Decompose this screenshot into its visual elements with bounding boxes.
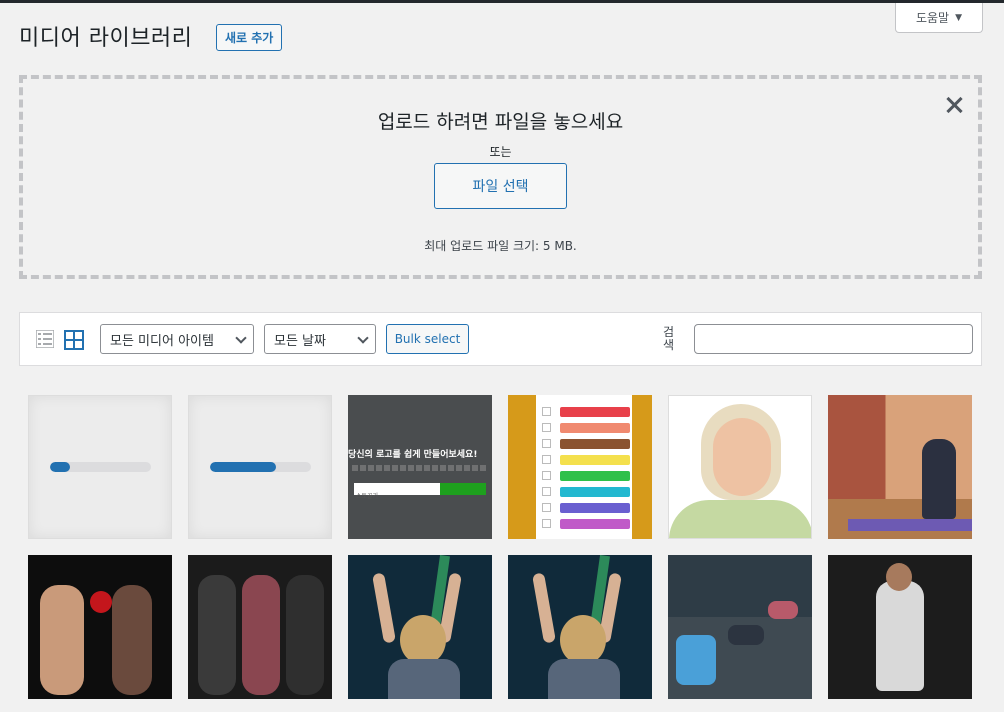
- checkbox-icon: [542, 439, 551, 448]
- checkbox-icon: [542, 455, 551, 464]
- media-thumbnail[interactable]: [668, 395, 812, 539]
- checkbox-icon: [542, 471, 551, 480]
- list-view-icon[interactable]: [36, 330, 54, 348]
- photo-shape: [922, 439, 956, 519]
- boxing-training-image: [28, 555, 172, 699]
- photo-shape: [676, 635, 716, 685]
- swatch: [560, 487, 630, 497]
- logo-banner-image: 당신의 로고를 쉽게 만들어보세요! 스토골기: [348, 395, 492, 539]
- media-thumbnail[interactable]: [348, 555, 492, 699]
- resistance-band-image: [508, 555, 652, 699]
- swatch: [560, 503, 630, 513]
- uploading-tile[interactable]: [28, 395, 172, 539]
- page-title: 미디어 라이브러리: [19, 26, 193, 51]
- checkbox-icon: [542, 423, 551, 432]
- color-swatches-image: [508, 395, 652, 539]
- admin-top-bar: [0, 0, 1004, 3]
- swatch: [560, 407, 630, 417]
- upload-progress-fill: [50, 462, 71, 472]
- photo-shape: [242, 575, 280, 695]
- photo-shape: [848, 519, 972, 531]
- smiling-woman-image: [669, 396, 811, 538]
- checkbox-icon: [542, 487, 551, 496]
- or-label: 또는: [489, 145, 512, 159]
- chevron-down-icon: [357, 332, 369, 344]
- thumbnail-field-text: 스토골기: [356, 493, 379, 500]
- thumbnail-field: 스토골기: [354, 483, 440, 500]
- photo-shape: [728, 625, 764, 645]
- photo-shape: [548, 659, 620, 699]
- media-thumbnail[interactable]: [188, 555, 332, 699]
- swatch: [560, 439, 630, 449]
- media-type-filter-value: 모든 미디어 아이템: [110, 333, 214, 349]
- photo-shape: [112, 585, 152, 695]
- help-tab-button[interactable]: 도움말 ▼: [895, 3, 983, 33]
- upload-drop-zone[interactable]: 업로드 하려면 파일을 놓으세요 또는 파일 선택 최대 업로드 파일 크기: …: [19, 75, 982, 279]
- photo-shape: [532, 572, 556, 644]
- upload-progress-bar: [50, 462, 151, 472]
- swatch: [560, 471, 630, 481]
- group-fitness-image: [188, 555, 332, 699]
- media-thumbnail[interactable]: [508, 555, 652, 699]
- bulk-select-button[interactable]: Bulk select: [386, 324, 469, 354]
- gym-man-image: [828, 555, 972, 699]
- search-label: 검색: [663, 325, 675, 352]
- media-thumbnail[interactable]: [828, 395, 972, 539]
- max-upload-size: 최대 업로드 파일 크기: 5 MB.: [424, 239, 577, 253]
- media-toolbar: 모든 미디어 아이템 모든 날짜 Bulk select 검색: [19, 312, 982, 366]
- media-thumbnail[interactable]: [28, 555, 172, 699]
- upload-progress-fill: [210, 462, 276, 472]
- media-thumbnail[interactable]: [668, 555, 812, 699]
- thumbnail-button: [440, 483, 486, 495]
- drop-title: 업로드 하려면 파일을 놓으세요: [377, 111, 624, 133]
- media-thumbnail[interactable]: [508, 395, 652, 539]
- photo-shape: [669, 500, 811, 538]
- photo-shape: [768, 601, 798, 619]
- checkbox-icon: [542, 503, 551, 512]
- photo-shape: [400, 615, 446, 665]
- resistance-band-image: [348, 555, 492, 699]
- date-filter-value: 모든 날짜: [274, 333, 326, 349]
- date-filter[interactable]: 모든 날짜: [264, 324, 376, 354]
- photo-shape: [40, 585, 84, 695]
- caret-down-icon: ▼: [955, 12, 963, 23]
- checkbox-icon: [542, 519, 551, 528]
- grid-view-icon[interactable]: [64, 330, 84, 350]
- uploading-tile[interactable]: [188, 395, 332, 539]
- photo-shape: [372, 572, 396, 644]
- photo-shape: [388, 659, 460, 699]
- thumbnail-banner-text: 당신의 로고를 쉽게 만들어보세요!: [348, 450, 478, 460]
- fitness-class-image: [668, 555, 812, 699]
- search-input[interactable]: [694, 324, 973, 354]
- checkbox-icon: [542, 407, 551, 416]
- photo-shape: [713, 418, 771, 496]
- swatch: [560, 423, 630, 433]
- help-label: 도움말: [915, 11, 950, 25]
- yoga-woman-image: [828, 395, 972, 539]
- thumbnail-subtext: [352, 465, 488, 471]
- photo-shape: [286, 575, 324, 695]
- select-files-button[interactable]: 파일 선택: [434, 163, 567, 209]
- photo-shape: [886, 563, 912, 591]
- media-thumbnail[interactable]: 당신의 로고를 쉽게 만들어보세요! 스토골기: [348, 395, 492, 539]
- photo-shape: [198, 575, 236, 695]
- media-type-filter[interactable]: 모든 미디어 아이템: [100, 324, 254, 354]
- photo-shape: [560, 615, 606, 665]
- add-new-button[interactable]: 새로 추가: [216, 24, 283, 51]
- photo-shape: [90, 591, 112, 613]
- swatch: [560, 519, 630, 529]
- media-thumbnail[interactable]: [828, 555, 972, 699]
- photo-shape: [876, 581, 924, 691]
- chevron-down-icon: [235, 332, 247, 344]
- upload-progress-bar: [210, 462, 311, 472]
- swatch: [560, 455, 630, 465]
